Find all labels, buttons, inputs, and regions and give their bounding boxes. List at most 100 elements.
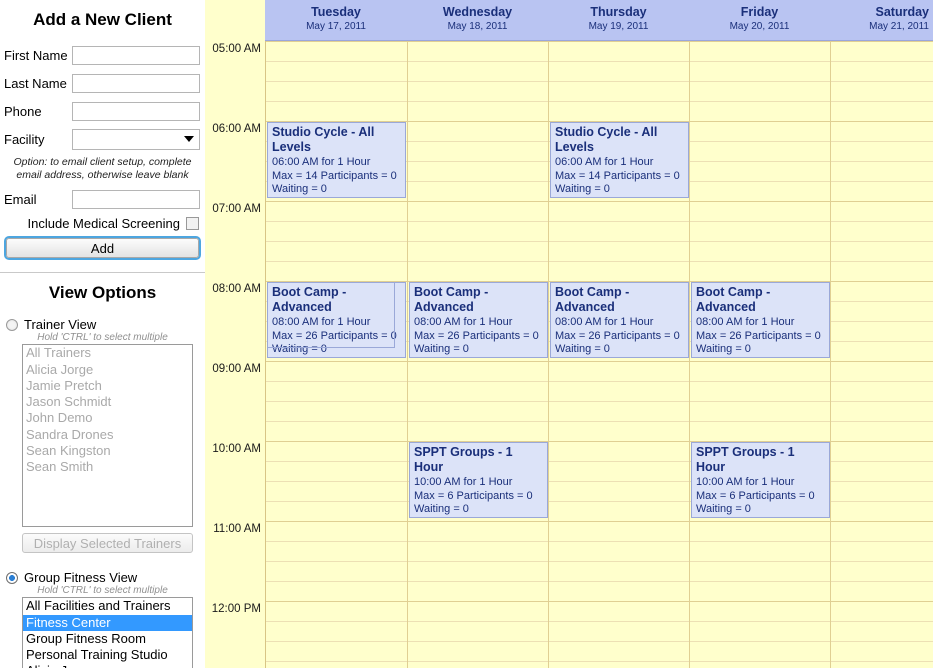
event-title: Boot Camp - Advanced [272, 285, 347, 314]
trainer-view-label: Trainer View [24, 317, 97, 333]
group-fitness-view-radio-row[interactable]: Group Fitness View [6, 570, 205, 585]
event-waiting: Waiting = 0 [555, 343, 610, 355]
list-item[interactable]: Jamie Pretch [23, 378, 192, 394]
email-hint: Option: to email client setup, complete … [13, 156, 192, 182]
list-item[interactable]: All Facilities and Trainers [23, 598, 192, 614]
event-block[interactable]: Boot Camp - Advanced 08:00 AM for 1 Hour… [409, 282, 548, 358]
event-waiting: Waiting = 0 [414, 503, 469, 515]
section-divider [0, 272, 205, 274]
day-header-thursday: Thursday May 19, 2011 [548, 0, 689, 41]
gridline [265, 461, 933, 462]
trainer-view-radio-row[interactable]: Trainer View [6, 317, 205, 332]
list-item[interactable]: All Trainers [23, 345, 192, 361]
email-label: Email [4, 191, 37, 207]
event-block[interactable]: SPPT Groups - 1 Hour 10:00 AM for 1 Hour… [409, 442, 548, 518]
first-name-input[interactable] [72, 45, 200, 65]
hour-label: 10:00 AM [212, 443, 261, 455]
gridline [265, 241, 933, 242]
event-capacity: Max = 26 Participants = 0 [272, 329, 395, 342]
list-item[interactable]: Alicia Jorge [23, 362, 192, 378]
column-separator [689, 41, 690, 668]
facility-select-wrap [72, 128, 200, 150]
event-block[interactable]: Studio Cycle - All Levels 06:00 AM for 1… [550, 122, 689, 198]
event-time: 08:00 AM for 1 Hour [696, 316, 795, 328]
list-item[interactable]: Group Fitness Room [23, 631, 192, 647]
gridline [265, 441, 933, 442]
day-name: Saturday [875, 5, 930, 19]
event-block-overlapping[interactable]: Boot Camp - Advanced 08:00 AM for 1 Hour… [267, 282, 395, 348]
list-item[interactable]: Sean Kingston [23, 443, 192, 459]
event-time: 08:00 AM for 1 Hour [555, 316, 654, 328]
hour-label: 09:00 AM [212, 363, 261, 375]
event-time: 08:00 AM for 1 Hour [272, 316, 371, 328]
display-selected-trainers-button[interactable]: Display Selected Trainers [22, 533, 193, 554]
gridline [265, 81, 933, 82]
event-title: Boot Camp - Advanced [414, 285, 489, 314]
day-header-wednesday: Wednesday May 18, 2011 [407, 0, 548, 41]
last-name-input[interactable] [72, 73, 200, 93]
calendar-header: Tuesday May 17, 2011 Wednesday May 18, 2… [205, 0, 933, 41]
trainer-listbox[interactable]: All Trainers Alicia Jorge Jamie Pretch J… [22, 344, 193, 528]
medical-screening-checkbox[interactable] [186, 217, 199, 231]
event-time: 10:00 AM for 1 Hour [696, 476, 795, 488]
list-item[interactable]: Sandra Drones [23, 427, 192, 443]
gridline [265, 661, 933, 662]
day-name: Wednesday [442, 5, 513, 19]
event-capacity: Max = 6 Participants = 0 [696, 489, 815, 502]
hour-label: 05:00 AM [212, 43, 261, 55]
scheduler-app: Add a New Client First Name Last Name Ph… [0, 0, 933, 668]
gridline [265, 641, 933, 642]
group-fitness-listbox[interactable]: All Facilities and Trainers Fitness Cent… [22, 597, 193, 668]
list-item[interactable]: Personal Training Studio [23, 647, 192, 663]
event-capacity: Max = 14 Participants = 0 [272, 169, 397, 182]
column-separator [830, 41, 831, 668]
add-button-focus-ring: Add [4, 236, 201, 261]
gridline [265, 501, 933, 502]
day-date: May 21, 2011 [869, 21, 929, 32]
event-block[interactable]: SPPT Groups - 1 Hour 10:00 AM for 1 Hour… [691, 442, 830, 518]
form-row-email: Email [4, 188, 205, 210]
gridline [265, 261, 933, 262]
gridline [265, 401, 933, 402]
day-name: Thursday [590, 5, 647, 19]
facility-label: Facility [4, 131, 45, 147]
event-title: SPPT Groups - 1 Hour [696, 445, 795, 474]
event-time: 08:00 AM for 1 Hour [414, 316, 513, 328]
event-waiting: Waiting = 0 [272, 183, 327, 195]
form-row-first-name: First Name [4, 44, 205, 66]
event-block[interactable]: Boot Camp - Advanced 08:00 AM for 1 Hour… [550, 282, 689, 358]
event-waiting: Waiting = 0 [414, 343, 469, 355]
event-capacity: Max = 26 Participants = 0 [696, 329, 821, 342]
phone-input[interactable] [72, 101, 200, 121]
list-item[interactable]: Alicia Jorge [23, 663, 192, 668]
gridline [265, 201, 933, 202]
event-block[interactable]: Boot Camp - Advanced 08:00 AM for 1 Hour… [691, 282, 830, 358]
event-time: 06:00 AM for 1 Hour [272, 156, 371, 168]
add-client-button[interactable]: Add [6, 238, 199, 259]
gridline [265, 221, 933, 222]
email-field[interactable] [72, 189, 200, 209]
list-item-selected[interactable]: Fitness Center [23, 614, 192, 631]
medical-screening-row: Include Medical Screening [0, 216, 199, 231]
list-item[interactable]: John Demo [23, 410, 192, 426]
facility-select[interactable] [72, 128, 200, 150]
event-time: 10:00 AM for 1 Hour [414, 476, 513, 488]
event-title: Boot Camp - Advanced [696, 285, 771, 314]
hour-label: 11:00 AM [213, 523, 261, 535]
event-waiting: Waiting = 0 [696, 343, 751, 355]
list-item[interactable]: Jason Schmidt [23, 394, 192, 410]
hour-label: 07:00 AM [212, 203, 261, 215]
last-name-label: Last Name [4, 75, 67, 91]
list-item[interactable]: Sean Smith [23, 459, 192, 475]
event-block[interactable]: Studio Cycle - All Levels 06:00 AM for 1… [267, 122, 406, 198]
day-date: May 19, 2011 [588, 21, 649, 32]
column-separator [407, 41, 408, 668]
event-waiting: Waiting = 0 [696, 503, 751, 515]
gutter-separator [265, 41, 266, 668]
trainer-view-radio[interactable] [6, 318, 18, 331]
calendar-body: 05:00 AM 06:00 AM 07:00 AM 08:00 AM 09:0… [205, 41, 933, 668]
group-fitness-view-radio[interactable] [6, 571, 18, 584]
group-fitness-view-label: Group Fitness View [24, 570, 138, 586]
gridline [265, 41, 933, 42]
event-title: Studio Cycle - All Levels [555, 125, 658, 154]
